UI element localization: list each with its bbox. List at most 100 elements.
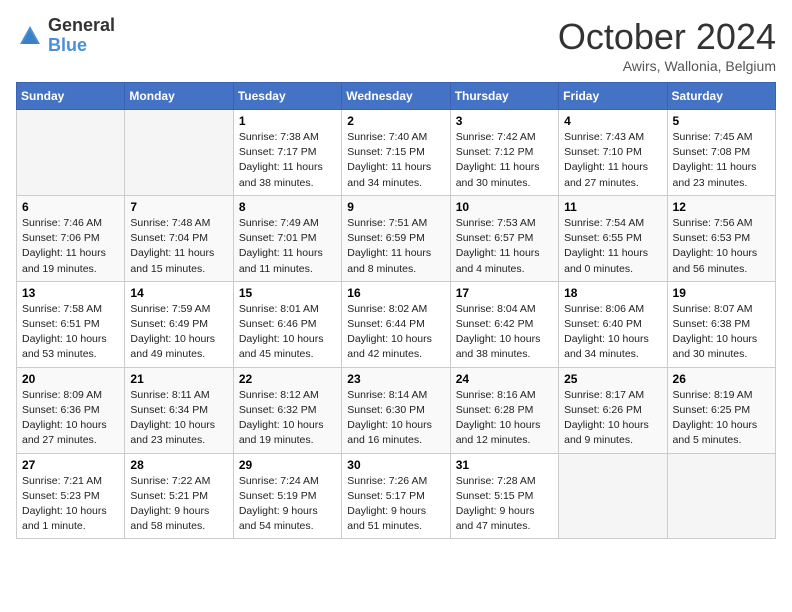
day-number: 5 (673, 114, 770, 128)
calendar-cell (125, 110, 233, 196)
day-number: 22 (239, 372, 336, 386)
calendar-cell (17, 110, 125, 196)
weekday-sunday: Sunday (17, 83, 125, 110)
day-number: 19 (673, 286, 770, 300)
calendar-cell: 4 Sunrise: 7:43 AM Sunset: 7:10 PM Daylig… (559, 110, 667, 196)
weekday-tuesday: Tuesday (233, 83, 341, 110)
calendar-cell: 5Sunrise: 7:45 AM Sunset: 7:08 PM Daylig… (667, 110, 775, 196)
day-number: 13 (22, 286, 119, 300)
day-number: 14 (130, 286, 227, 300)
day-number: 9 (347, 200, 444, 214)
weekday-friday: Friday (559, 83, 667, 110)
weekday-row: SundayMondayTuesdayWednesdayThursdayFrid… (17, 83, 776, 110)
day-number: 12 (673, 200, 770, 214)
day-number: 23 (347, 372, 444, 386)
calendar-cell: 20 Sunrise: 8:09 AM Sunset: 6:36 PM Dayli… (17, 367, 125, 453)
calendar-cell: 7 Sunrise: 7:48 AM Sunset: 7:04 PM Daylig… (125, 195, 233, 281)
calendar-cell: 10Sunrise: 7:53 AM Sunset: 6:57 PM Dayli… (450, 195, 558, 281)
day-info: Sunrise: 8:07 AM Sunset: 6:38 PM Dayligh… (673, 302, 770, 363)
day-info: Sunrise: 7:21 AM Sunset: 5:23 PM Dayligh… (22, 474, 119, 535)
day-number: 18 (564, 286, 661, 300)
calendar-header: SundayMondayTuesdayWednesdayThursdayFrid… (17, 83, 776, 110)
day-info: Sunrise: 7:22 AM Sunset: 5:21 PM Dayligh… (130, 474, 227, 535)
day-number: 28 (130, 458, 227, 472)
week-row-1: 6 Sunrise: 7:46 AM Sunset: 7:06 PM Daylig… (17, 195, 776, 281)
day-info: Sunrise: 8:11 AM Sunset: 6:34 PM Dayligh… (130, 388, 227, 449)
calendar-cell: 2Sunrise: 7:40 AM Sunset: 7:15 PM Daylig… (342, 110, 450, 196)
calendar-cell: 9 Sunrise: 7:51 AM Sunset: 6:59 PM Daylig… (342, 195, 450, 281)
day-info: Sunrise: 8:01 AM Sunset: 6:46 PM Dayligh… (239, 302, 336, 363)
calendar-cell: 3 Sunrise: 7:42 AM Sunset: 7:12 PM Daylig… (450, 110, 558, 196)
day-number: 7 (130, 200, 227, 214)
day-number: 6 (22, 200, 119, 214)
day-number: 26 (673, 372, 770, 386)
day-info: Sunrise: 7:42 AM Sunset: 7:12 PM Dayligh… (456, 130, 553, 191)
month-title: October 2024 (558, 16, 776, 58)
day-number: 1 (239, 114, 336, 128)
calendar-cell: 6 Sunrise: 7:46 AM Sunset: 7:06 PM Daylig… (17, 195, 125, 281)
day-info: Sunrise: 7:46 AM Sunset: 7:06 PM Dayligh… (22, 216, 119, 277)
day-info: Sunrise: 8:14 AM Sunset: 6:30 PM Dayligh… (347, 388, 444, 449)
calendar-cell: 14 Sunrise: 7:59 AM Sunset: 6:49 PM Dayli… (125, 281, 233, 367)
week-row-3: 20 Sunrise: 8:09 AM Sunset: 6:36 PM Dayli… (17, 367, 776, 453)
calendar-cell: 30Sunrise: 7:26 AM Sunset: 5:17 PM Dayli… (342, 453, 450, 539)
day-info: Sunrise: 8:12 AM Sunset: 6:32 PM Dayligh… (239, 388, 336, 449)
day-info: Sunrise: 8:04 AM Sunset: 6:42 PM Dayligh… (456, 302, 553, 363)
day-number: 4 (564, 114, 661, 128)
calendar-cell (667, 453, 775, 539)
calendar-cell: 8Sunrise: 7:49 AM Sunset: 7:01 PM Daylig… (233, 195, 341, 281)
day-number: 8 (239, 200, 336, 214)
calendar-cell: 24 Sunrise: 8:16 AM Sunset: 6:28 PM Dayli… (450, 367, 558, 453)
day-number: 24 (456, 372, 553, 386)
day-info: Sunrise: 7:51 AM Sunset: 6:59 PM Dayligh… (347, 216, 444, 277)
calendar-cell: 26 Sunrise: 8:19 AM Sunset: 6:25 PM Dayli… (667, 367, 775, 453)
day-info: Sunrise: 7:59 AM Sunset: 6:49 PM Dayligh… (130, 302, 227, 363)
day-number: 20 (22, 372, 119, 386)
location-subtitle: Awirs, Wallonia, Belgium (558, 58, 776, 74)
calendar-cell: 13 Sunrise: 7:58 AM Sunset: 6:51 PM Dayli… (17, 281, 125, 367)
calendar-cell: 25 Sunrise: 8:17 AM Sunset: 6:26 PM Dayli… (559, 367, 667, 453)
calendar-cell: 21 Sunrise: 8:11 AM Sunset: 6:34 PM Dayli… (125, 367, 233, 453)
calendar-cell: 15 Sunrise: 8:01 AM Sunset: 6:46 PM Dayli… (233, 281, 341, 367)
logo-blue: Blue (48, 36, 115, 56)
day-info: Sunrise: 7:54 AM Sunset: 6:55 PM Dayligh… (564, 216, 661, 277)
weekday-saturday: Saturday (667, 83, 775, 110)
calendar-cell: 16Sunrise: 8:02 AM Sunset: 6:44 PM Dayli… (342, 281, 450, 367)
calendar-cell (559, 453, 667, 539)
weekday-wednesday: Wednesday (342, 83, 450, 110)
day-number: 31 (456, 458, 553, 472)
day-number: 2 (347, 114, 444, 128)
weekday-thursday: Thursday (450, 83, 558, 110)
week-row-2: 13 Sunrise: 7:58 AM Sunset: 6:51 PM Dayli… (17, 281, 776, 367)
calendar-cell: 19 Sunrise: 8:07 AM Sunset: 6:38 PM Dayli… (667, 281, 775, 367)
day-number: 21 (130, 372, 227, 386)
logo-text: General Blue (48, 16, 115, 56)
day-number: 3 (456, 114, 553, 128)
calendar-cell: 22 Sunrise: 8:12 AM Sunset: 6:32 PM Dayli… (233, 367, 341, 453)
title-block: October 2024 Awirs, Wallonia, Belgium (558, 16, 776, 74)
day-info: Sunrise: 8:17 AM Sunset: 6:26 PM Dayligh… (564, 388, 661, 449)
day-info: Sunrise: 8:16 AM Sunset: 6:28 PM Dayligh… (456, 388, 553, 449)
day-info: Sunrise: 8:09 AM Sunset: 6:36 PM Dayligh… (22, 388, 119, 449)
day-number: 15 (239, 286, 336, 300)
day-number: 17 (456, 286, 553, 300)
day-number: 25 (564, 372, 661, 386)
day-info: Sunrise: 7:56 AM Sunset: 6:53 PM Dayligh… (673, 216, 770, 277)
calendar-cell: 12 Sunrise: 7:56 AM Sunset: 6:53 PM Dayli… (667, 195, 775, 281)
day-number: 27 (22, 458, 119, 472)
day-number: 30 (347, 458, 444, 472)
day-info: Sunrise: 7:58 AM Sunset: 6:51 PM Dayligh… (22, 302, 119, 363)
calendar-cell: 17 Sunrise: 8:04 AM Sunset: 6:42 PM Dayli… (450, 281, 558, 367)
calendar-body: 1Sunrise: 7:38 AM Sunset: 7:17 PM Daylig… (17, 110, 776, 539)
day-info: Sunrise: 7:43 AM Sunset: 7:10 PM Dayligh… (564, 130, 661, 191)
calendar-cell: 31Sunrise: 7:28 AM Sunset: 5:15 PM Dayli… (450, 453, 558, 539)
day-info: Sunrise: 7:53 AM Sunset: 6:57 PM Dayligh… (456, 216, 553, 277)
day-info: Sunrise: 7:24 AM Sunset: 5:19 PM Dayligh… (239, 474, 336, 535)
day-info: Sunrise: 8:06 AM Sunset: 6:40 PM Dayligh… (564, 302, 661, 363)
page-header: General Blue October 2024 Awirs, Walloni… (16, 16, 776, 74)
calendar-cell: 23 Sunrise: 8:14 AM Sunset: 6:30 PM Dayli… (342, 367, 450, 453)
calendar-cell: 29Sunrise: 7:24 AM Sunset: 5:19 PM Dayli… (233, 453, 341, 539)
calendar-cell: 18 Sunrise: 8:06 AM Sunset: 6:40 PM Dayli… (559, 281, 667, 367)
day-info: Sunrise: 7:48 AM Sunset: 7:04 PM Dayligh… (130, 216, 227, 277)
day-info: Sunrise: 8:19 AM Sunset: 6:25 PM Dayligh… (673, 388, 770, 449)
